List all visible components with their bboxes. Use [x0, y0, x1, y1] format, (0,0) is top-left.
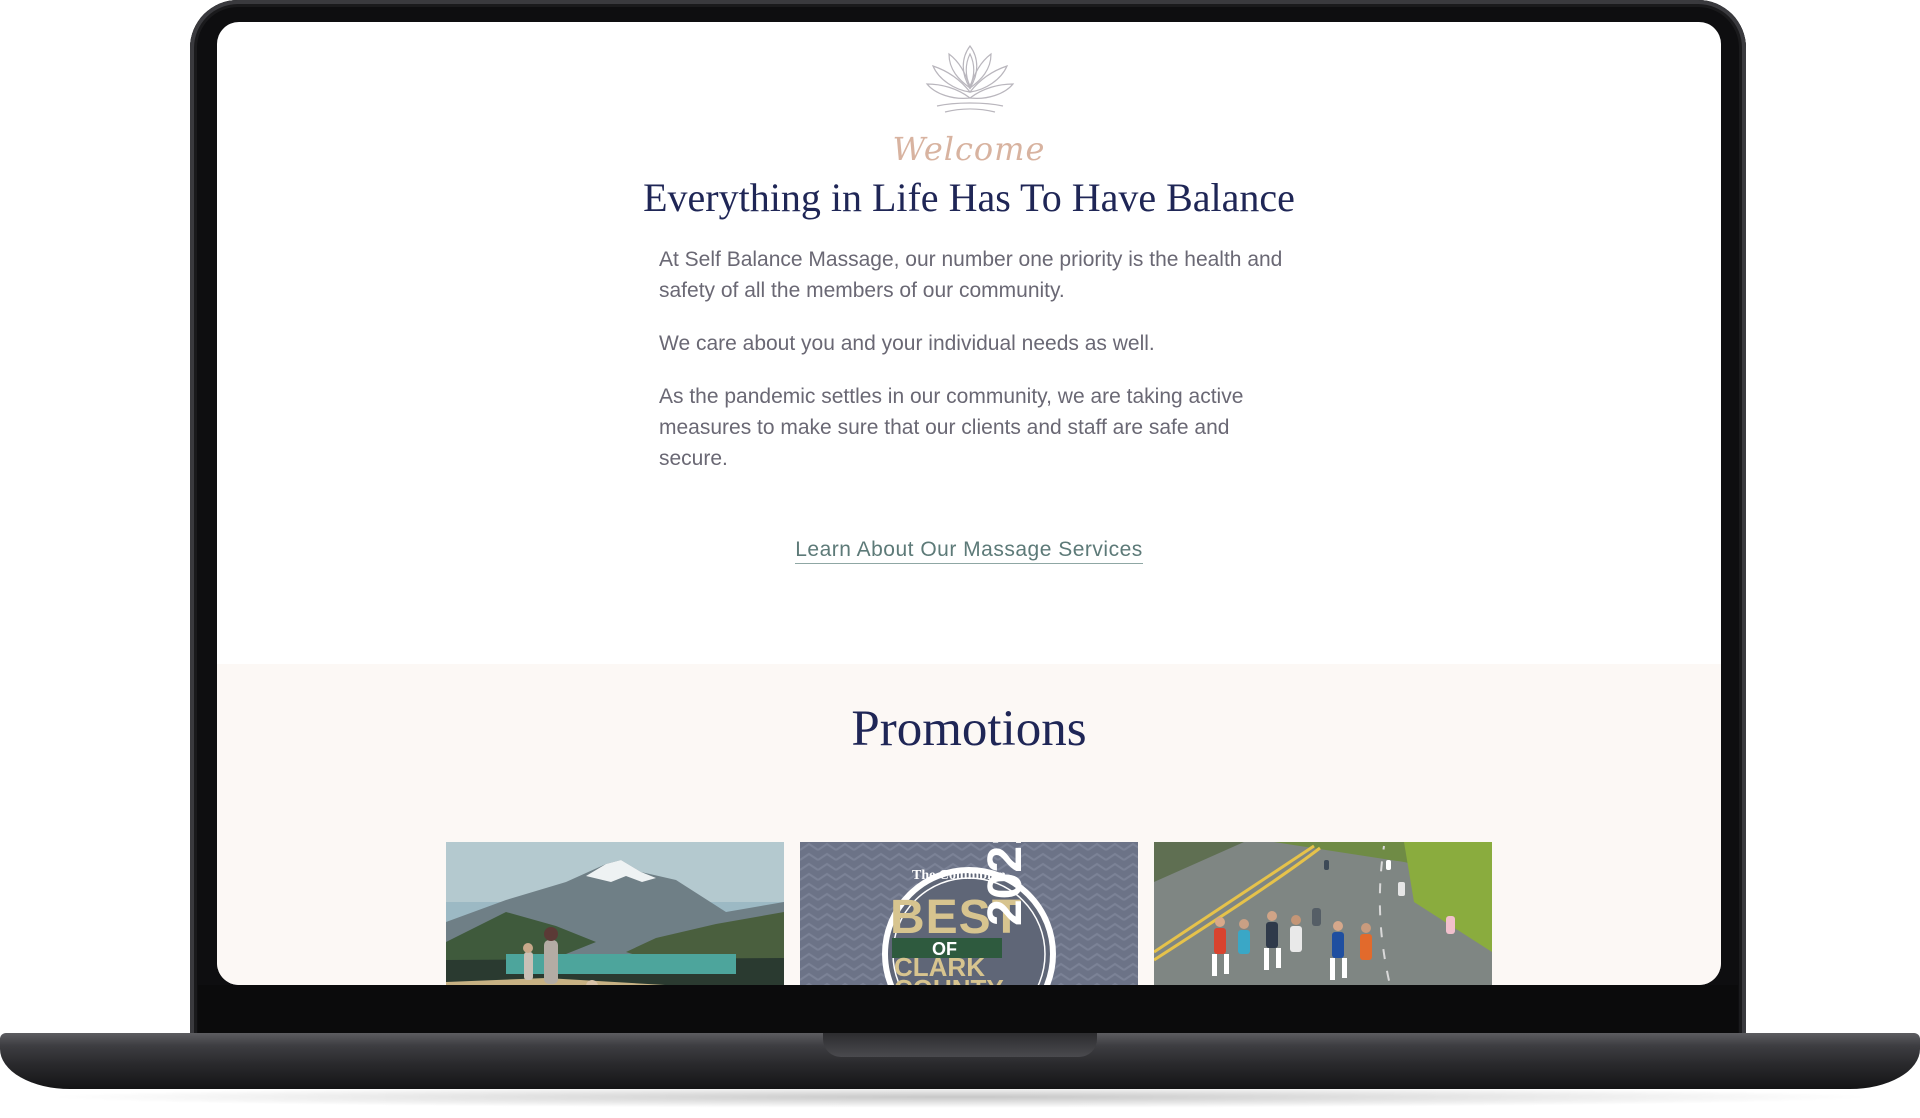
- intro-copy: At Self Balance Massage, our number one …: [659, 244, 1289, 496]
- cta-link-row: Learn About Our Massage Services: [217, 538, 1721, 564]
- mountain-lake-photo-icon: [446, 842, 784, 985]
- promotions-title: Promotions: [851, 701, 1087, 757]
- promo-card-mountain[interactable]: [446, 842, 784, 985]
- runners-photo-icon: [1154, 842, 1492, 985]
- page-headline: Everything in Life Has To Have Balance: [643, 175, 1295, 220]
- welcome-script: Welcome: [892, 130, 1046, 168]
- laptop-notch: [823, 1033, 1097, 1057]
- badge-region: CLARK COUNTY: [894, 952, 1004, 985]
- badge-year: 2021: [979, 842, 1032, 926]
- intro-paragraph: As the pandemic settles in our community…: [659, 385, 1244, 470]
- laptop-screen: Welcome Everything in Life Has To Have B…: [217, 22, 1721, 985]
- promo-card-runners[interactable]: [1154, 842, 1492, 985]
- promo-card-best-of[interactable]: The Columbian BEST OF CLARK COUNTY 2021: [800, 842, 1138, 985]
- lotus-icon: [925, 44, 1015, 113]
- massage-services-link[interactable]: Learn About Our Massage Services: [795, 538, 1143, 564]
- laptop-bezel: [198, 985, 1738, 1033]
- intro-paragraph: We care about you and your individual ne…: [659, 332, 1155, 355]
- promotions-section: Promotions The Columbian BEST OF CLARK 2…: [217, 664, 1721, 985]
- laptop-shadow: [40, 1086, 1880, 1108]
- intro-paragraph: At Self Balance Massage, our number one …: [659, 248, 1283, 302]
